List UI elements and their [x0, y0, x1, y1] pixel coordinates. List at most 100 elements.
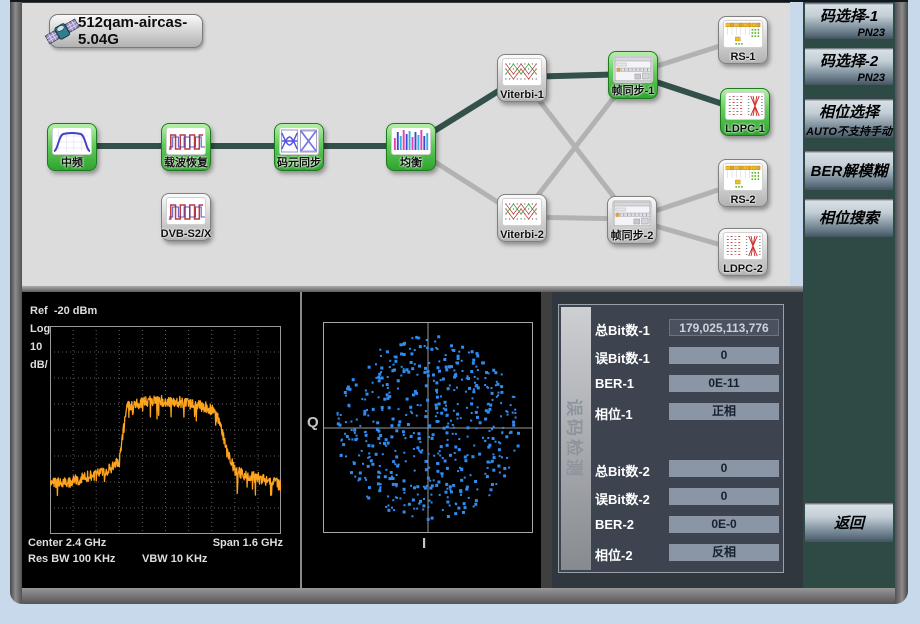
constellation-dot — [418, 437, 421, 440]
constellation-dot — [379, 442, 381, 444]
constellation-dot — [476, 427, 478, 429]
constellation-dot — [435, 404, 438, 407]
constellation-dot — [460, 494, 462, 496]
node-label: RS-1 — [730, 51, 755, 63]
bandpass-icon — [52, 127, 92, 155]
constellation-dot — [445, 354, 447, 356]
constellation-plot — [323, 322, 533, 533]
constellation-dot — [380, 355, 382, 357]
signal-select-button[interactable]: 512qam-aircas-5.04G — [49, 14, 203, 48]
window-frame-right — [895, 0, 908, 604]
constellation-dot — [460, 417, 462, 419]
constellation-dot — [361, 450, 363, 452]
diagram-node-viterbi-2[interactable]: Viterbi-2 — [497, 194, 547, 242]
diagram-node-if[interactable]: 中频 — [47, 123, 97, 171]
constellation-dot — [379, 349, 381, 351]
constellation-dot — [452, 484, 455, 487]
diagram-node-symbol-sync[interactable]: 码元同步 — [274, 123, 324, 171]
constellation-dot — [340, 440, 342, 442]
diagram-node-dvb-s2x[interactable]: DVB-S2/X — [161, 193, 211, 241]
back-button[interactable]: 返回 — [805, 502, 893, 542]
constellation-dot — [517, 432, 520, 435]
diagram-node-rs-2[interactable]: RS-2 — [718, 159, 768, 207]
constellation-dot — [405, 460, 407, 462]
constellation-dot — [421, 449, 423, 451]
constellation-dot — [501, 374, 503, 376]
diagram-node-equalizer[interactable]: 均衡 — [386, 123, 436, 171]
spectrum-grid — [50, 326, 281, 534]
constellation-dot — [408, 503, 411, 506]
constellation-dot — [370, 459, 373, 462]
constellation-dot — [502, 427, 504, 429]
diagram-node-rs-1[interactable]: RS-1 — [718, 16, 768, 64]
constellation-dot — [489, 404, 492, 407]
diagram-node-viterbi-1[interactable]: Viterbi-1 — [497, 54, 547, 102]
constellation-dot — [387, 495, 389, 497]
constellation-dot — [455, 459, 457, 461]
frame-window-icon — [612, 200, 652, 228]
constellation-dot — [372, 421, 374, 423]
constellation-dot — [355, 384, 358, 387]
button-sublabel: PN23 — [805, 27, 893, 39]
constellation-dot — [445, 491, 448, 494]
constellation-dot — [491, 387, 493, 389]
constellation-dot — [403, 353, 406, 356]
constellation-dot — [394, 463, 396, 465]
sidebar-button-4[interactable]: BER解模糊 — [805, 150, 893, 190]
diagram-node-ldpc-1[interactable]: LDPC-1 — [720, 88, 770, 136]
constellation-dot — [513, 450, 515, 452]
constellation-i-label: I — [422, 535, 426, 552]
window-frame-bottom — [10, 588, 908, 604]
constellation-dot — [437, 481, 440, 484]
constellation-dot — [410, 485, 412, 487]
constellation-dot — [436, 396, 439, 399]
constellation-dot — [403, 479, 406, 482]
sidebar-button-3[interactable]: 相位选择AUTO不支持手动 — [805, 98, 893, 138]
constellation-dot — [503, 467, 506, 470]
constellation-dot — [377, 476, 380, 479]
constellation-dot — [395, 429, 398, 432]
constellation-dot — [488, 444, 491, 447]
bars-icon — [391, 127, 431, 155]
constellation-dot — [398, 464, 400, 466]
constellation-dot — [414, 470, 416, 472]
diagram-node-ldpc-2[interactable]: LDPC-2 — [718, 228, 768, 276]
constellation-dot — [453, 389, 455, 391]
constellation-dot — [447, 496, 449, 498]
constellation-dot — [446, 501, 449, 504]
constellation-dot — [472, 390, 475, 393]
constellation-dot — [453, 427, 455, 429]
constellation-dot — [422, 504, 425, 507]
constellation-dot — [446, 488, 448, 490]
constellation-dot — [486, 386, 488, 388]
constellation-dot — [473, 388, 475, 390]
constellation-dot — [368, 452, 370, 454]
constellation-dot — [431, 502, 433, 504]
sidebar-button-2[interactable]: 码选择-2PN23 — [805, 47, 893, 85]
constellation-dot — [479, 421, 482, 424]
ldpc-icon — [725, 92, 765, 120]
constellation-dot — [396, 497, 398, 499]
constellation-dot — [514, 409, 516, 411]
diagram-node-carrier-recovery[interactable]: 载波恢复 — [161, 123, 211, 171]
constellation-dot — [457, 507, 460, 510]
constellation-dot — [413, 486, 416, 489]
ber-panel-title-strip: 误码检测 — [561, 307, 591, 570]
constellation-dot — [368, 486, 371, 489]
constellation-dot — [435, 381, 438, 384]
sidebar-button-5[interactable]: 相位搜索 — [805, 198, 893, 237]
diagram-node-frame-sync-1[interactable]: 帧同步-1 — [608, 51, 658, 99]
constellation-dot — [444, 408, 447, 411]
constellation-dot — [485, 409, 488, 412]
sidebar-button-1[interactable]: 码选择-1PN23 — [805, 2, 893, 39]
constellation-dot — [434, 341, 436, 343]
constellation-dot — [423, 498, 425, 500]
diagram-node-frame-sync-2[interactable]: 帧同步-2 — [607, 196, 657, 244]
constellation-dot — [361, 398, 363, 400]
constellation-dot — [395, 483, 398, 486]
ber-row-value: 179,025,113,776 — [669, 319, 779, 336]
constellation-dot — [367, 497, 370, 500]
ber-panel-title: 误码检测 — [564, 399, 589, 479]
constellation-dot — [432, 433, 435, 436]
constellation-dot — [474, 503, 477, 506]
